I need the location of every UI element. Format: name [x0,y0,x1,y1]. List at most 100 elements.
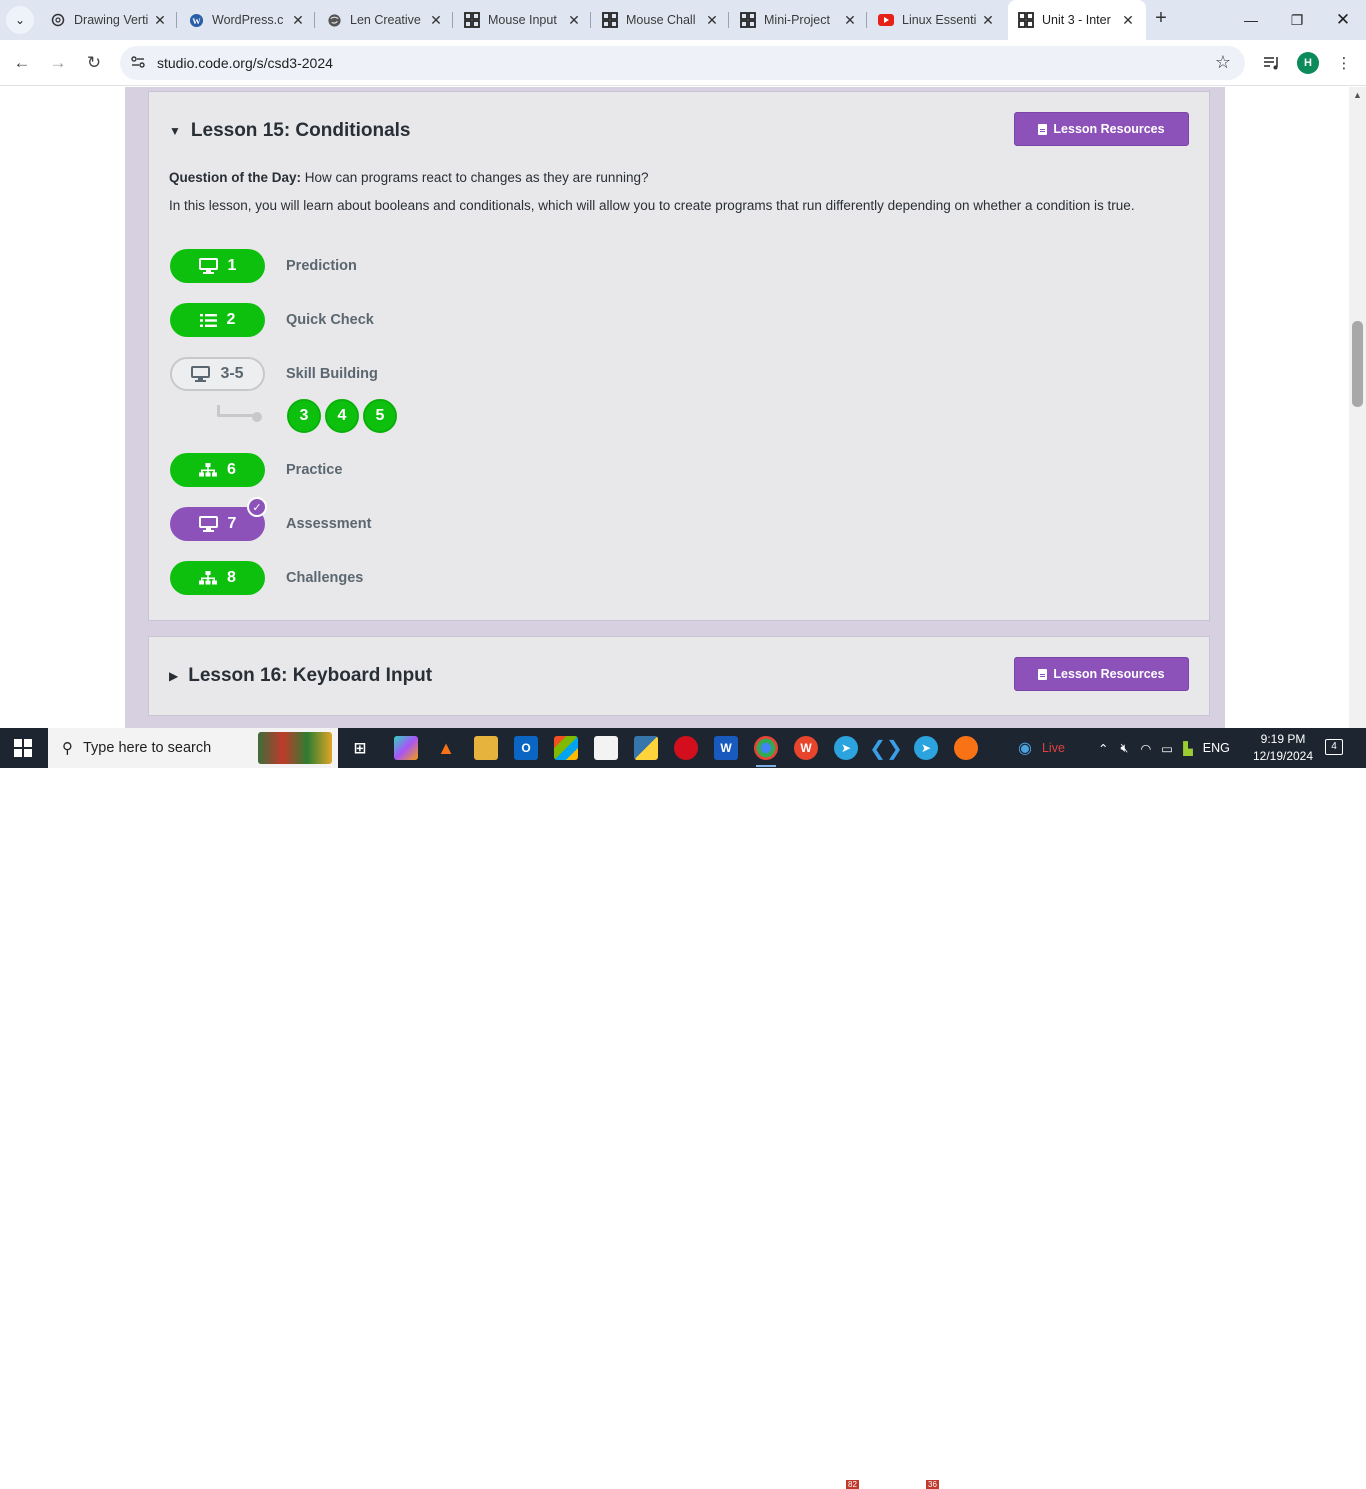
close-icon[interactable]: ✕ [566,12,582,29]
browser-tab[interactable]: Len Creative ✕ [316,0,454,40]
lesson-resources-button[interactable]: Lesson Resources [1014,112,1189,146]
tab-title: WordPress.c [212,13,284,27]
task-view-icon[interactable]: ⊞ [348,736,372,760]
level-bubble-2[interactable]: 2 [170,303,265,337]
media-control-icon[interactable] [1260,51,1284,75]
telegram-badge: 36 [926,1480,939,1489]
level-row: 8 Challenges [170,560,363,596]
level-number: 6 [227,461,236,478]
level-bubble-1[interactable]: 1 [170,249,265,283]
battery-icon[interactable]: ▭ [1161,741,1173,756]
telegram-icon[interactable]: ➤ [914,736,938,760]
scroll-up-arrow-icon[interactable]: ▲ [1353,90,1362,100]
chevron-up-icon[interactable]: ⌃ [1098,741,1108,756]
level-number: 2 [226,311,236,328]
browser-tab[interactable]: Mouse Input ✕ [454,0,592,40]
sublevel-bubble-5[interactable]: 5 [363,399,397,433]
file-explorer-icon[interactable] [474,736,498,760]
wifi-icon[interactable]: ◠ [1140,741,1151,756]
level-label[interactable]: Skill Building [286,366,378,382]
back-button[interactable]: ← [8,49,36,77]
level-label[interactable]: Assessment [286,516,371,532]
close-icon[interactable]: ✕ [842,12,858,29]
speaker-muted-icon[interactable]: 🔇︎ [1120,741,1128,756]
browser-menu-icon[interactable]: ⋮ [1332,51,1356,75]
browser-tab[interactable]: Drawing Verti ✕ [40,0,178,40]
taskbar-search-box[interactable]: ⚲ Type here to search [48,728,338,768]
site-settings-icon[interactable] [130,54,148,72]
system-tray: ⌃ 🔇︎ ◠ ▭ ▙ ENG [1098,728,1230,768]
language-indicator[interactable]: ENG [1203,741,1230,755]
page-scrollbar[interactable]: ▲ [1349,87,1366,728]
close-icon[interactable]: ✕ [290,12,306,29]
minimize-icon: — [1244,12,1258,28]
lesson-header-toggle[interactable]: ▼ Lesson 15: Conditionals [169,120,410,142]
bookmark-star-icon[interactable]: ☆ [1215,52,1231,73]
code-org-icon [464,12,480,28]
code-org-icon [1018,12,1034,28]
search-icon: ⚲ [62,740,73,757]
new-tab-button[interactable]: + [1150,8,1172,30]
wps-office-icon[interactable]: W [794,736,818,760]
browser-tab-active[interactable]: Unit 3 - Inter ✕ [1008,0,1146,40]
browser-tab[interactable]: Mini-Project ✕ [730,0,868,40]
browser-tab[interactable]: Mouse Chall ✕ [592,0,730,40]
vscode-icon[interactable]: ❮❯ [869,736,903,760]
microsoft-store-icon[interactable] [554,736,578,760]
minimize-button[interactable]: — [1228,0,1274,40]
copilot-icon[interactable] [394,736,418,760]
monitor-icon [198,516,218,532]
outlook-icon[interactable]: O [514,736,538,760]
restore-button[interactable]: ❐ [1274,0,1320,40]
level-row: 2 Quick Check [170,302,374,338]
level-bubble-7[interactable]: 7 ✓ [170,497,267,541]
system-clock[interactable]: 9:19 PM 12/19/2024 [1248,731,1318,765]
notification-center-icon[interactable]: 4 [1325,739,1343,755]
forward-button[interactable]: → [44,49,72,77]
level-label[interactable]: Practice [286,462,342,478]
level-row: 7 ✓ Assessment [170,497,371,542]
close-window-button[interactable]: ✕ [1320,0,1366,40]
level-bubble-3-5[interactable]: 3-5 [170,357,265,391]
browser-tab[interactable]: Linux Essenti ✕ [868,0,1006,40]
reload-button[interactable]: ↻ [80,49,108,77]
level-row: 3-5 Skill Building [170,356,378,392]
level-bubble-6[interactable]: 6 [170,453,265,487]
browser-tab[interactable]: W WordPress.c ✕ [178,0,316,40]
app-tray-icon[interactable]: ▙ [1183,741,1193,756]
restore-icon: ❐ [1290,11,1304,28]
scroll-thumb[interactable] [1352,321,1363,407]
document-icon [1038,668,1048,680]
windows-start-icon[interactable] [14,739,32,757]
python-icon[interactable] [634,736,658,760]
app-icon[interactable] [954,736,978,760]
opera-icon[interactable] [674,736,698,760]
profile-avatar[interactable]: H [1297,52,1319,74]
lesson-resources-button[interactable]: Lesson Resources [1014,657,1189,691]
word-icon[interactable]: W [714,736,738,760]
caret-right-icon: ▶ [169,669,179,683]
level-label[interactable]: Quick Check [286,312,374,328]
close-icon[interactable]: ✕ [704,12,720,29]
sublevel-bubble-4[interactable]: 4 [325,399,359,433]
level-label[interactable]: Prediction [286,258,357,274]
level-bubble-8[interactable]: 8 [170,561,265,595]
chrome-icon[interactable] [754,736,778,767]
close-icon[interactable]: ✕ [152,12,168,29]
youtube-icon [878,12,894,28]
address-bar[interactable]: studio.code.org/s/csd3-2024 ☆ [120,46,1245,80]
close-icon[interactable]: ✕ [980,12,996,29]
live-weather-widget[interactable]: ◉ Live [1018,728,1065,768]
monitor-icon [191,366,211,382]
search-placeholder: Type here to search [83,740,212,756]
tab-search-button[interactable]: ⌄ [6,6,34,34]
tab-separator [314,12,315,28]
notepad-icon[interactable] [594,736,618,760]
lesson-header-toggle[interactable]: ▶ Lesson 16: Keyboard Input [169,665,432,687]
close-icon[interactable]: ✕ [428,12,444,29]
close-icon[interactable]: ✕ [1120,12,1136,29]
vlc-icon[interactable]: ▲ [434,736,458,760]
sublevel-bubble-3[interactable]: 3 [287,399,321,433]
level-label[interactable]: Challenges [286,570,363,586]
telegram-icon[interactable]: ➤ [834,736,858,760]
